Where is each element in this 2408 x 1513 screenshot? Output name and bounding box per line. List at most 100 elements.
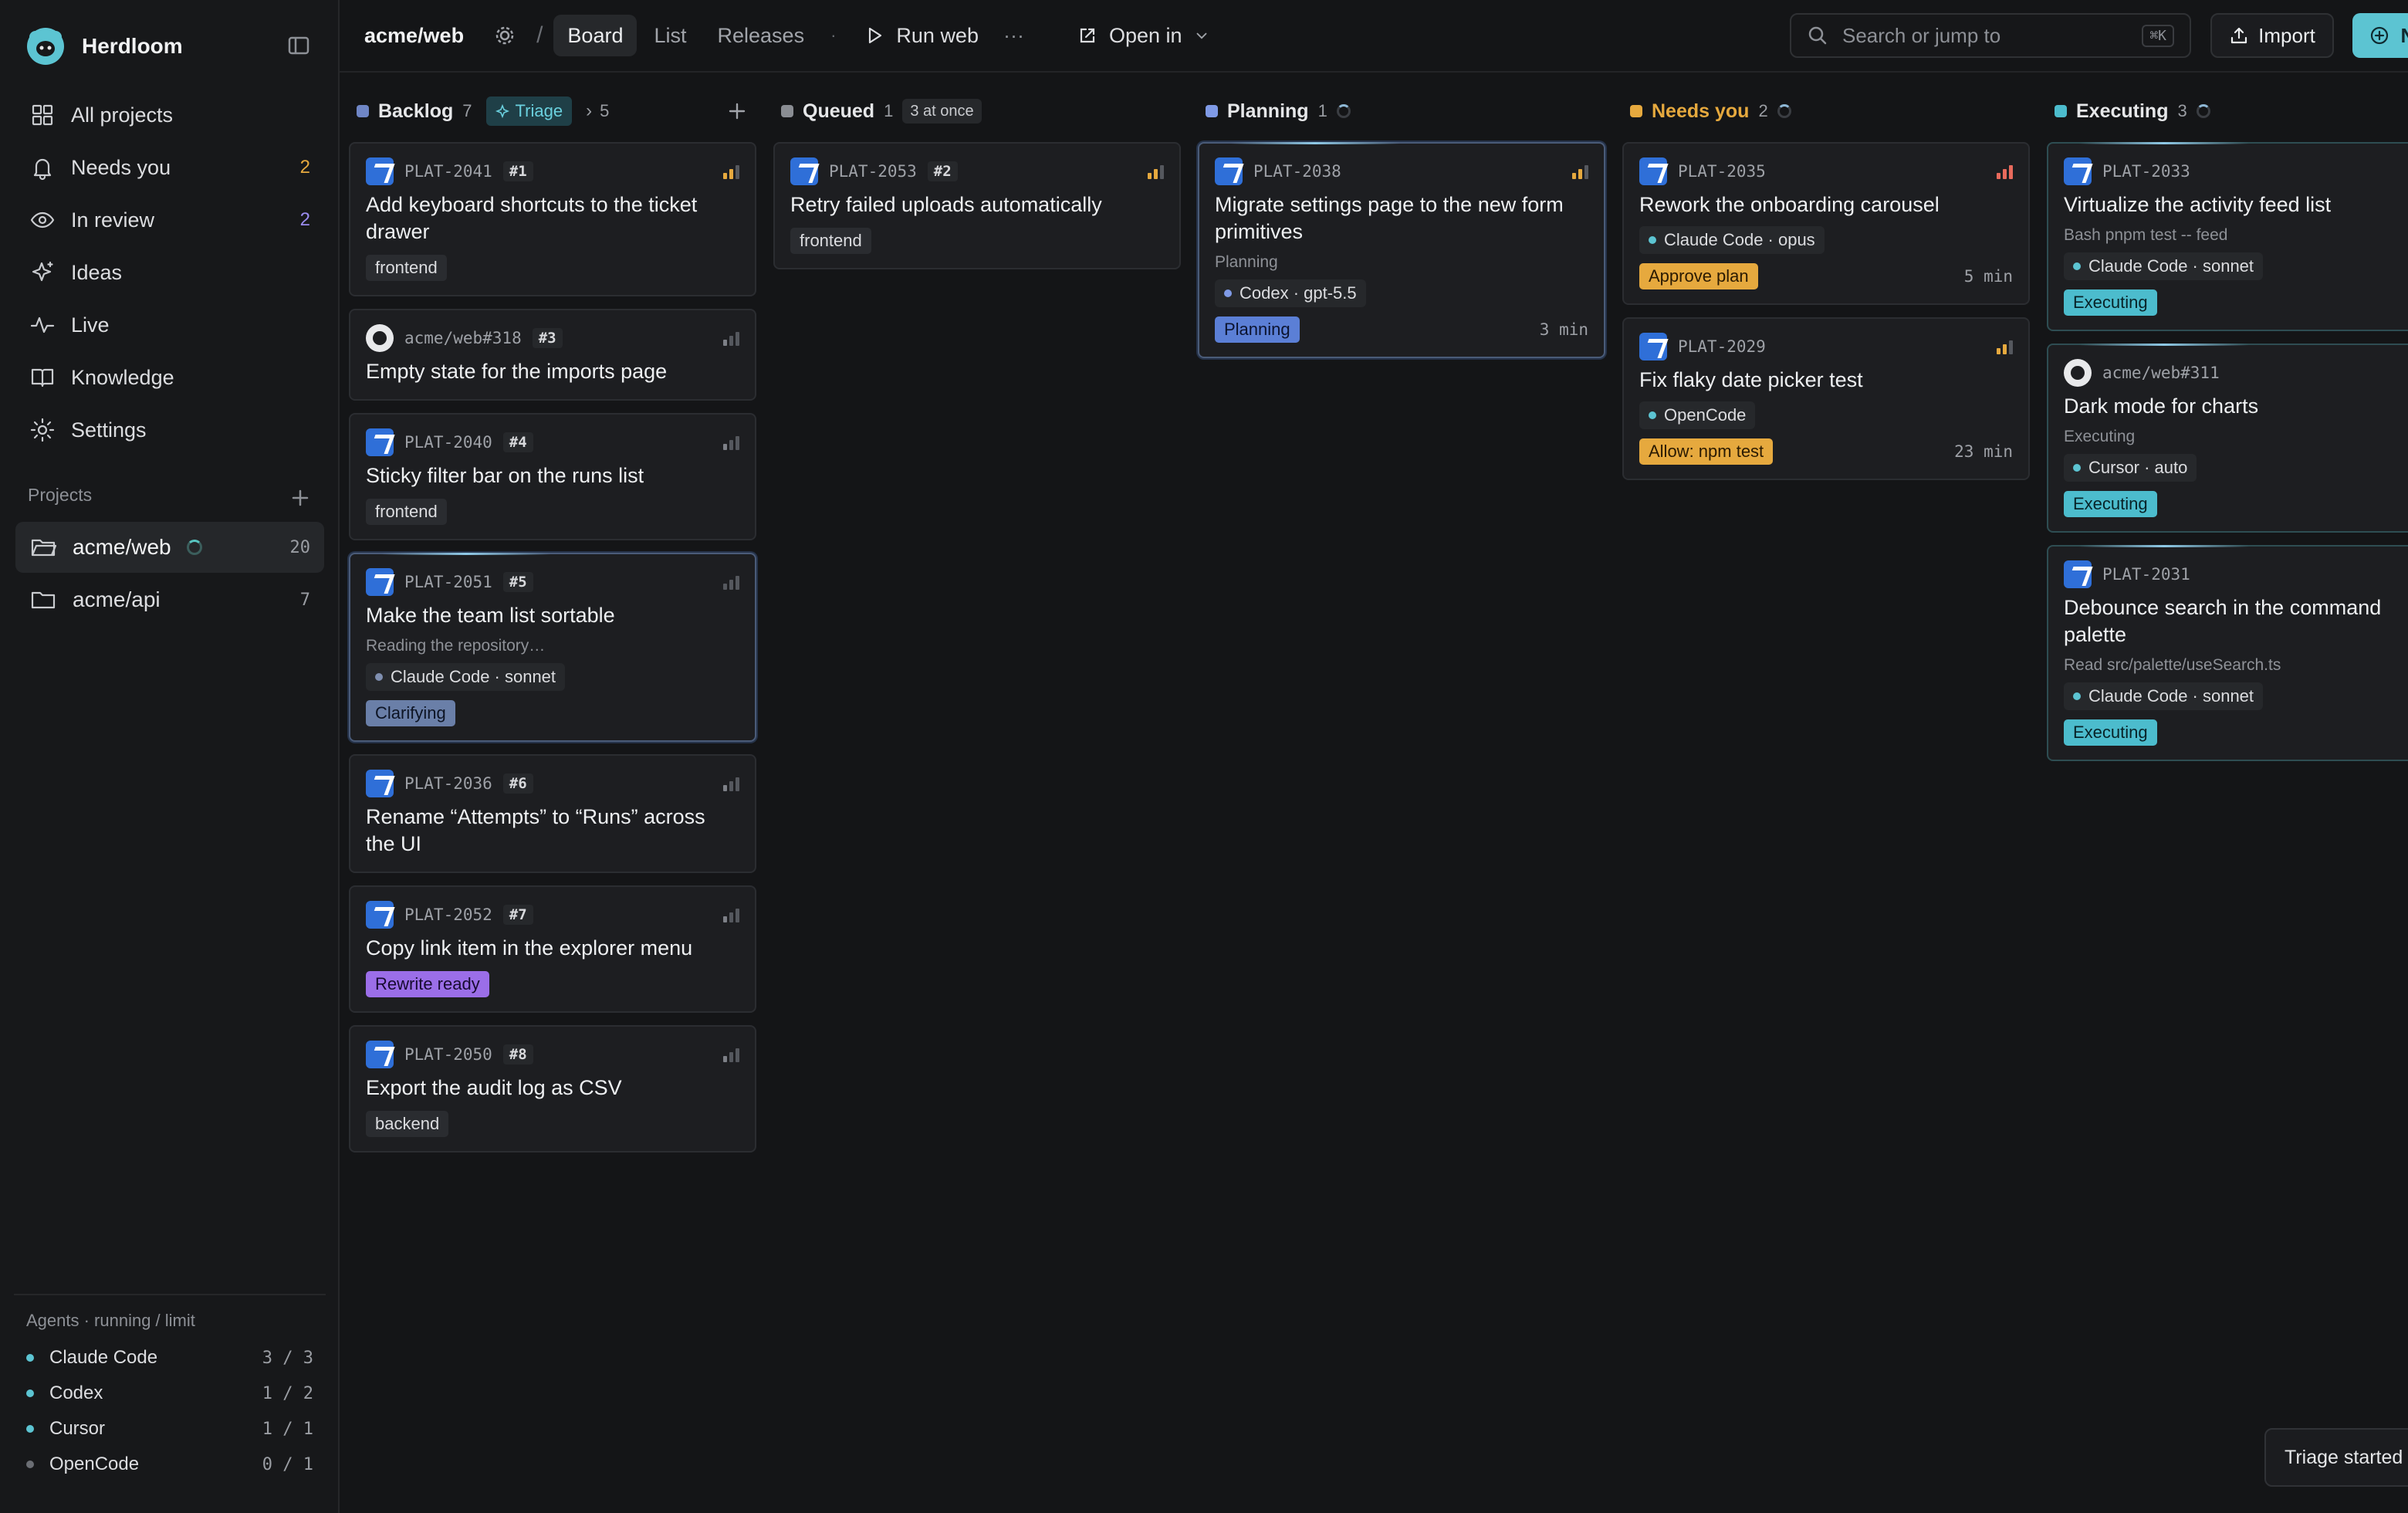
sidebar-item-live[interactable]: Live xyxy=(15,299,324,351)
triage-label: Triage xyxy=(515,101,563,120)
column-count: 1 xyxy=(1317,101,1327,120)
status-badge[interactable]: Approve plan xyxy=(1639,263,1758,289)
kanban-board: Backlog 7 Triage › 5 PLAT-2041 #1 Add keyboard … xyxy=(349,90,2408,1153)
column-header: Executing 3 xyxy=(2047,90,2408,133)
status-badge[interactable]: Allow: npm test xyxy=(1639,438,1774,465)
sidebar-item-knowledge[interactable]: Knowledge xyxy=(15,351,324,404)
project-item[interactable]: acme/api 7 xyxy=(15,574,324,625)
agent-status-dot xyxy=(26,1425,34,1433)
project-item[interactable]: acme/web 20 xyxy=(15,522,324,573)
column-title: Needs you xyxy=(1652,100,1750,122)
search-input[interactable]: Search or jump to ⌘K xyxy=(1790,13,2191,58)
more-menu-button[interactable]: ··· xyxy=(991,15,1037,56)
ticket-card[interactable]: PLAT-2033 Virtualize the activity feed li… xyxy=(2047,142,2408,331)
agent-chip: OpenCode xyxy=(1639,401,1756,429)
new-ticket-button[interactable]: New ticket C xyxy=(2352,13,2408,58)
jira-icon xyxy=(366,568,394,596)
agent-chip: Claude Code · sonnet xyxy=(2064,252,2264,280)
ticket-title: Add keyboard shortcuts to the ticket dra… xyxy=(366,193,698,243)
priority-bars-icon xyxy=(723,164,739,179)
ticket-card[interactable]: PLAT-2050 #8 Export the audit log as CSV ba… xyxy=(349,1025,756,1153)
project-breadcrumb[interactable]: acme/web xyxy=(364,24,464,48)
column-count: 7 xyxy=(462,101,472,120)
priority-bars-icon xyxy=(1148,164,1164,179)
sidebar-toggle-icon[interactable] xyxy=(287,34,310,57)
label-tag: backend xyxy=(366,1111,449,1137)
ticket-card[interactable]: PLAT-2036 #6 Rename “Attempts” to “Runs” a… xyxy=(349,754,756,873)
ticket-card[interactable]: PLAT-2035 Rework the onboarding carousel C… xyxy=(1622,142,2030,305)
ticket-key: PLAT-2035 xyxy=(1678,162,1766,181)
ticket-title: Debounce search in the command palette xyxy=(2064,596,2382,646)
loading-spinner-icon xyxy=(186,540,202,555)
chevron-right-icon[interactable]: › xyxy=(586,100,592,122)
priority-bars-icon xyxy=(723,435,739,450)
tab-list[interactable]: List xyxy=(640,15,700,56)
agent-row: Codex 1 / 2 xyxy=(26,1376,313,1411)
column-color-marker xyxy=(357,105,369,117)
project-settings-gear-icon[interactable] xyxy=(493,24,516,47)
card-header: PLAT-2036 #6 xyxy=(366,770,739,797)
ticket-card[interactable]: PLAT-2029 Fix flaky date picker test OpenC… xyxy=(1622,317,2030,480)
agent-label: OpenCode xyxy=(1664,405,1747,425)
open-in-button[interactable]: Open in xyxy=(1064,15,1223,56)
sidebar-item-in-review[interactable]: In review 2 xyxy=(15,194,324,246)
ticket-key: acme/web#318 xyxy=(404,329,522,347)
loading-spinner-icon xyxy=(1336,104,1351,118)
ticket-activity: Read src/palette/useSearch.ts xyxy=(2064,656,2281,674)
triage-button[interactable]: Triage xyxy=(485,96,573,126)
sidebar-item-settings[interactable]: Settings xyxy=(15,404,324,456)
card-footer: Executing19 xyxy=(2064,289,2408,316)
agent-dot xyxy=(1649,411,1656,419)
card-header: PLAT-2040 #4 xyxy=(366,428,739,456)
ticket-title: Migrate settings page to the new form pr… xyxy=(1215,193,1564,243)
agent-dot xyxy=(2073,464,2081,472)
ticket-activity: Executing xyxy=(2064,428,2136,445)
jira-icon xyxy=(366,1041,394,1068)
sidebar-item-all-projects[interactable]: All projects xyxy=(15,89,324,141)
ticket-key: PLAT-2041 xyxy=(404,162,492,181)
project-list: acme/web 20 acme/api 7 xyxy=(15,522,324,627)
run-web-label: Run web xyxy=(896,23,979,47)
card-header: PLAT-2053 #2 xyxy=(790,157,1164,185)
breadcrumb-separator: / xyxy=(536,22,543,48)
tab-releases[interactable]: Releases xyxy=(704,15,819,56)
progress-glow xyxy=(1230,142,1400,144)
agent-usage: 3 / 3 xyxy=(262,1348,313,1368)
ticket-key: PLAT-2031 xyxy=(2102,565,2190,584)
ticket-card[interactable]: acme/web#311 Dark mode for charts Executin… xyxy=(2047,344,2408,533)
card-list: PLAT-2041 #1 Add keyboard shortcuts to the… xyxy=(349,142,756,1153)
ticket-card[interactable]: PLAT-2052 #7 Copy link item in the explore… xyxy=(349,885,756,1013)
ticket-card[interactable]: PLAT-2041 #1 Add keyboard shortcuts to the… xyxy=(349,142,756,296)
app-brand[interactable]: Herdloom xyxy=(25,23,183,69)
card-list: PLAT-2038 Migrate settings page to the ne… xyxy=(1198,142,1605,358)
card-header: acme/web#311 xyxy=(2064,359,2408,387)
card-header: PLAT-2033 xyxy=(2064,157,2408,185)
column-count: 1 xyxy=(884,101,894,120)
card-header: acme/web#318 #3 xyxy=(366,324,739,352)
card-footer: Executing7 xyxy=(2064,719,2408,746)
status-badge: Executing xyxy=(2064,491,2157,517)
ticket-card[interactable]: PLAT-2040 #4 Sticky filter bar on the runs… xyxy=(349,413,756,540)
sidebar-item-ideas[interactable]: Ideas xyxy=(15,246,324,299)
queue-index: #4 xyxy=(502,432,533,452)
card-header: PLAT-2051 #5 xyxy=(366,568,739,596)
tab-board[interactable]: Board xyxy=(553,15,638,56)
add-card-icon[interactable] xyxy=(725,100,749,123)
agent-label: Claude Code · sonnet xyxy=(2088,256,2254,276)
import-button[interactable]: Import xyxy=(2210,13,2334,58)
ticket-card[interactable]: PLAT-2031 Debounce search in the command … xyxy=(2047,545,2408,761)
ticket-card[interactable]: PLAT-2038 Migrate settings page to the ne… xyxy=(1198,142,1605,358)
ticket-card[interactable]: PLAT-2053 #2 Retry failed uploads automati… xyxy=(773,142,1181,269)
jira-icon xyxy=(1215,157,1243,185)
column-count: 2 xyxy=(1758,101,1768,120)
ticket-card[interactable]: PLAT-2051 #5 Make the team list sortable Re… xyxy=(349,553,756,742)
sidebar-item-needs-you[interactable]: Needs you 2 xyxy=(15,141,324,194)
jira-icon xyxy=(366,770,394,797)
priority-bars-icon xyxy=(723,907,739,922)
card-footer: Allow: npm test 23 min xyxy=(1639,438,2013,465)
add-project-icon[interactable] xyxy=(287,485,313,511)
ticket-card[interactable]: acme/web#318 #3 Empty state for the import… xyxy=(349,309,756,401)
run-web-button[interactable]: Run web xyxy=(851,15,991,56)
project-name: acme/api xyxy=(73,587,161,611)
ticket-title: Empty state for the imports page xyxy=(366,360,668,383)
